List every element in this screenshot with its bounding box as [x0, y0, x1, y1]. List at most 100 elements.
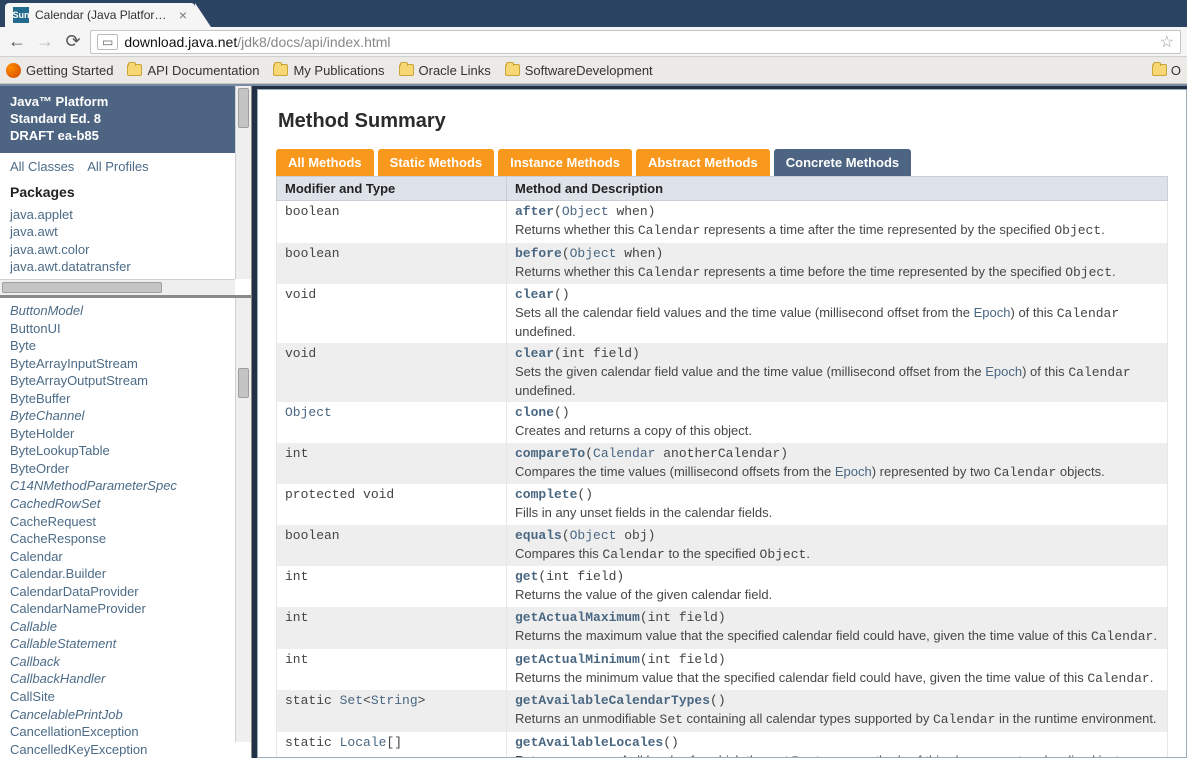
class-link[interactable]: CallbackHandler: [10, 670, 241, 688]
method-name-link[interactable]: getActualMinimum: [515, 652, 640, 667]
method-cell: get(int field)Returns the value of the g…: [507, 566, 1168, 607]
tab-favicon: Sun: [13, 7, 29, 23]
class-link[interactable]: Callback: [10, 653, 241, 671]
class-link[interactable]: ByteLookupTable: [10, 442, 241, 460]
doc-link[interactable]: Epoch: [985, 364, 1022, 379]
bookmark-item[interactable]: API Documentation: [127, 63, 259, 78]
bookmark-folder-icon[interactable]: [1152, 64, 1167, 76]
method-name-link[interactable]: get: [515, 569, 538, 584]
bookmark-folder-icon: [127, 64, 142, 76]
package-link[interactable]: java.awt.datatransfer: [10, 258, 241, 276]
bookmark-folder-icon: [505, 64, 520, 76]
method-row: booleanafter(Object when)Returns whether…: [277, 201, 1168, 243]
tab-strip: Sun Calendar (Java Platform SE ×: [0, 0, 1187, 27]
toolbar: ← → ⟳ ▭ download.java.net/jdk8/docs/api/…: [0, 27, 1187, 57]
address-bar[interactable]: ▭ download.java.net/jdk8/docs/api/index.…: [90, 30, 1181, 54]
bookmark-label: Getting Started: [26, 63, 113, 78]
class-link[interactable]: Callable: [10, 618, 241, 636]
class-link[interactable]: Byte: [10, 337, 241, 355]
class-link[interactable]: C14NMethodParameterSpec: [10, 477, 241, 495]
class-link[interactable]: CancelablePrintJob: [10, 706, 241, 724]
doc-link[interactable]: Epoch: [974, 305, 1011, 320]
method-tab[interactable]: Concrete Methods: [774, 149, 911, 176]
class-link[interactable]: Calendar: [10, 548, 241, 566]
main-frame[interactable]: Method Summary All MethodsStatic Methods…: [257, 89, 1187, 758]
bookmark-overflow-label[interactable]: O: [1171, 63, 1181, 78]
method-cell: getActualMaximum(int field)Returns the m…: [507, 607, 1168, 649]
method-row: static Locale[]getAvailableLocales()Retu…: [277, 732, 1168, 758]
method-signature: equals(Object obj): [515, 528, 1159, 543]
tab-close-icon[interactable]: ×: [179, 7, 187, 23]
all-classes-link[interactable]: All Classes: [10, 159, 74, 174]
classes-frame[interactable]: ButtonModelButtonUIByteByteArrayInputStr…: [0, 298, 251, 758]
method-name-link[interactable]: equals: [515, 528, 562, 543]
class-link[interactable]: CancellationException: [10, 723, 241, 741]
method-name-link[interactable]: getActualMaximum: [515, 610, 640, 625]
class-link[interactable]: ButtonModel: [10, 302, 241, 320]
method-name-link[interactable]: after: [515, 204, 554, 219]
type-link[interactable]: Set: [340, 693, 363, 708]
bookmark-item[interactable]: SoftwareDevelopment: [505, 63, 653, 78]
package-link[interactable]: java.awt.color: [10, 241, 241, 259]
type-link[interactable]: Object: [570, 246, 617, 261]
class-link[interactable]: ByteChannel: [10, 407, 241, 425]
bookmark-item[interactable]: My Publications: [273, 63, 384, 78]
class-link[interactable]: CancelledKeyException: [10, 741, 241, 758]
method-description: Sets all the calendar field values and t…: [515, 302, 1159, 340]
method-name-link[interactable]: clear: [515, 287, 554, 302]
bookmark-item[interactable]: Oracle Links: [399, 63, 491, 78]
packages-frame[interactable]: Java™ Platform Standard Ed. 8 DRAFT ea-b…: [0, 86, 251, 298]
type-link[interactable]: String: [371, 693, 418, 708]
class-link[interactable]: ByteArrayInputStream: [10, 355, 241, 373]
method-row: intgetActualMinimum(int field)Returns th…: [277, 649, 1168, 691]
class-link[interactable]: CallSite: [10, 688, 241, 706]
type-link[interactable]: Calendar: [593, 446, 655, 461]
type-link[interactable]: Object: [285, 405, 332, 420]
method-name-link[interactable]: clone: [515, 405, 554, 420]
method-description: Returns the maximum value that the speci…: [515, 625, 1159, 646]
package-link[interactable]: java.applet: [10, 206, 241, 224]
method-name-link[interactable]: getAvailableCalendarTypes: [515, 693, 710, 708]
class-link[interactable]: ByteOrder: [10, 460, 241, 478]
class-link[interactable]: ByteBuffer: [10, 390, 241, 408]
method-tab[interactable]: Instance Methods: [498, 149, 632, 176]
type-link[interactable]: Object: [562, 204, 609, 219]
class-link[interactable]: ByteArrayOutputStream: [10, 372, 241, 390]
method-tab[interactable]: Static Methods: [378, 149, 494, 176]
type-link[interactable]: Object: [570, 528, 617, 543]
package-link[interactable]: java.awt: [10, 223, 241, 241]
method-name-link[interactable]: compareTo: [515, 446, 585, 461]
site-identity-icon[interactable]: ▭: [97, 34, 118, 50]
forward-button[interactable]: →: [34, 31, 56, 53]
class-link[interactable]: CalendarNameProvider: [10, 600, 241, 618]
class-link[interactable]: ButtonUI: [10, 320, 241, 338]
method-name-link[interactable]: complete: [515, 487, 577, 502]
method-name-link[interactable]: before: [515, 246, 562, 261]
bookmark-star-icon[interactable]: ☆: [1160, 32, 1174, 52]
type-link[interactable]: Locale: [340, 735, 387, 750]
method-tab[interactable]: All Methods: [276, 149, 374, 176]
browser-tab[interactable]: Sun Calendar (Java Platform SE ×: [5, 3, 195, 27]
firefox-icon: [6, 63, 21, 78]
reload-button[interactable]: ⟳: [62, 31, 84, 53]
class-link[interactable]: CalendarDataProvider: [10, 583, 241, 601]
class-link[interactable]: Calendar.Builder: [10, 565, 241, 583]
method-tab[interactable]: Abstract Methods: [636, 149, 770, 176]
method-return-type: protected void: [277, 484, 507, 525]
doc-link[interactable]: Epoch: [835, 464, 872, 479]
method-row: intgetActualMaximum(int field)Returns th…: [277, 607, 1168, 649]
back-button[interactable]: ←: [6, 31, 28, 53]
class-link[interactable]: CacheRequest: [10, 513, 241, 531]
class-link[interactable]: CallableStatement: [10, 635, 241, 653]
class-link[interactable]: CacheResponse: [10, 530, 241, 548]
bookmark-item[interactable]: Getting Started: [6, 63, 113, 78]
class-link[interactable]: ByteHolder: [10, 425, 241, 443]
method-name-link[interactable]: clear: [515, 346, 554, 361]
vertical-scrollbar[interactable]: [235, 298, 251, 742]
all-profiles-link[interactable]: All Profiles: [87, 159, 148, 174]
horizontal-scrollbar[interactable]: [0, 279, 235, 295]
platform-line3: DRAFT ea-b85: [10, 128, 241, 145]
class-link[interactable]: CachedRowSet: [10, 495, 241, 513]
vertical-scrollbar[interactable]: [235, 86, 251, 279]
method-name-link[interactable]: getAvailableLocales: [515, 735, 663, 750]
